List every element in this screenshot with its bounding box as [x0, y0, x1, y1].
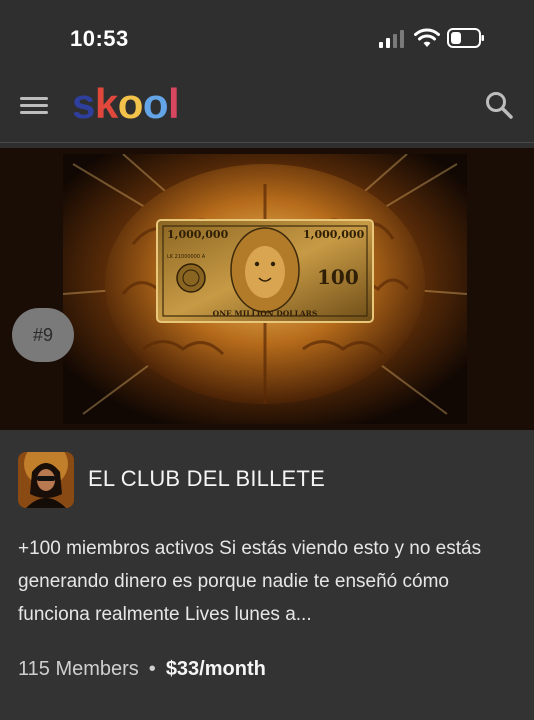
- banknote-top-right: 1,000,000: [303, 228, 365, 241]
- skool-logo[interactable]: skool: [72, 80, 180, 128]
- banknote-bottom: ONE MILLION DOLLARS: [213, 309, 318, 318]
- battery-icon: [447, 28, 484, 48]
- group-meta: 115 Members • $33/month: [18, 658, 266, 681]
- logo-letter: o: [117, 80, 144, 127]
- brain-banknote-image: 1,000,000 1,000,000 LK 21000000 A 100 ON…: [63, 154, 467, 424]
- group-price: $33/month: [165, 658, 266, 680]
- group-name[interactable]: EL CLUB DEL BILLETE: [88, 466, 325, 492]
- logo-letter: s: [72, 80, 95, 127]
- member-count: 115 Members: [18, 658, 139, 680]
- group-avatar[interactable]: [18, 452, 74, 508]
- wifi-icon: [414, 28, 440, 47]
- logo-letter: o: [142, 80, 169, 127]
- logo-letter: l: [168, 80, 180, 127]
- group-description: +100 miembros activos Si estás viendo es…: [18, 538, 482, 625]
- meta-separator: •: [148, 658, 156, 680]
- search-icon[interactable]: [484, 90, 514, 120]
- logo-letter: k: [94, 80, 118, 127]
- status-time: 10:53: [70, 26, 129, 51]
- signal-icon: [379, 30, 404, 48]
- banknote-serial: LK 21000000 A: [167, 254, 206, 260]
- rank-badge: #9: [12, 308, 74, 362]
- group-cover[interactable]: 1,000,000 1,000,000 LK 21000000 A 100 ON…: [0, 148, 534, 430]
- banknote-center-num: 100: [317, 265, 359, 289]
- status-bar: 10:53: [0, 0, 534, 80]
- group-card[interactable]: EL CLUB DEL BILLETE +100 miembros activo…: [0, 430, 534, 720]
- hamburger-icon[interactable]: [20, 93, 48, 117]
- avatar-image: [18, 452, 74, 508]
- banknote-top-left: 1,000,000: [167, 228, 229, 241]
- app-header: skool: [0, 80, 534, 143]
